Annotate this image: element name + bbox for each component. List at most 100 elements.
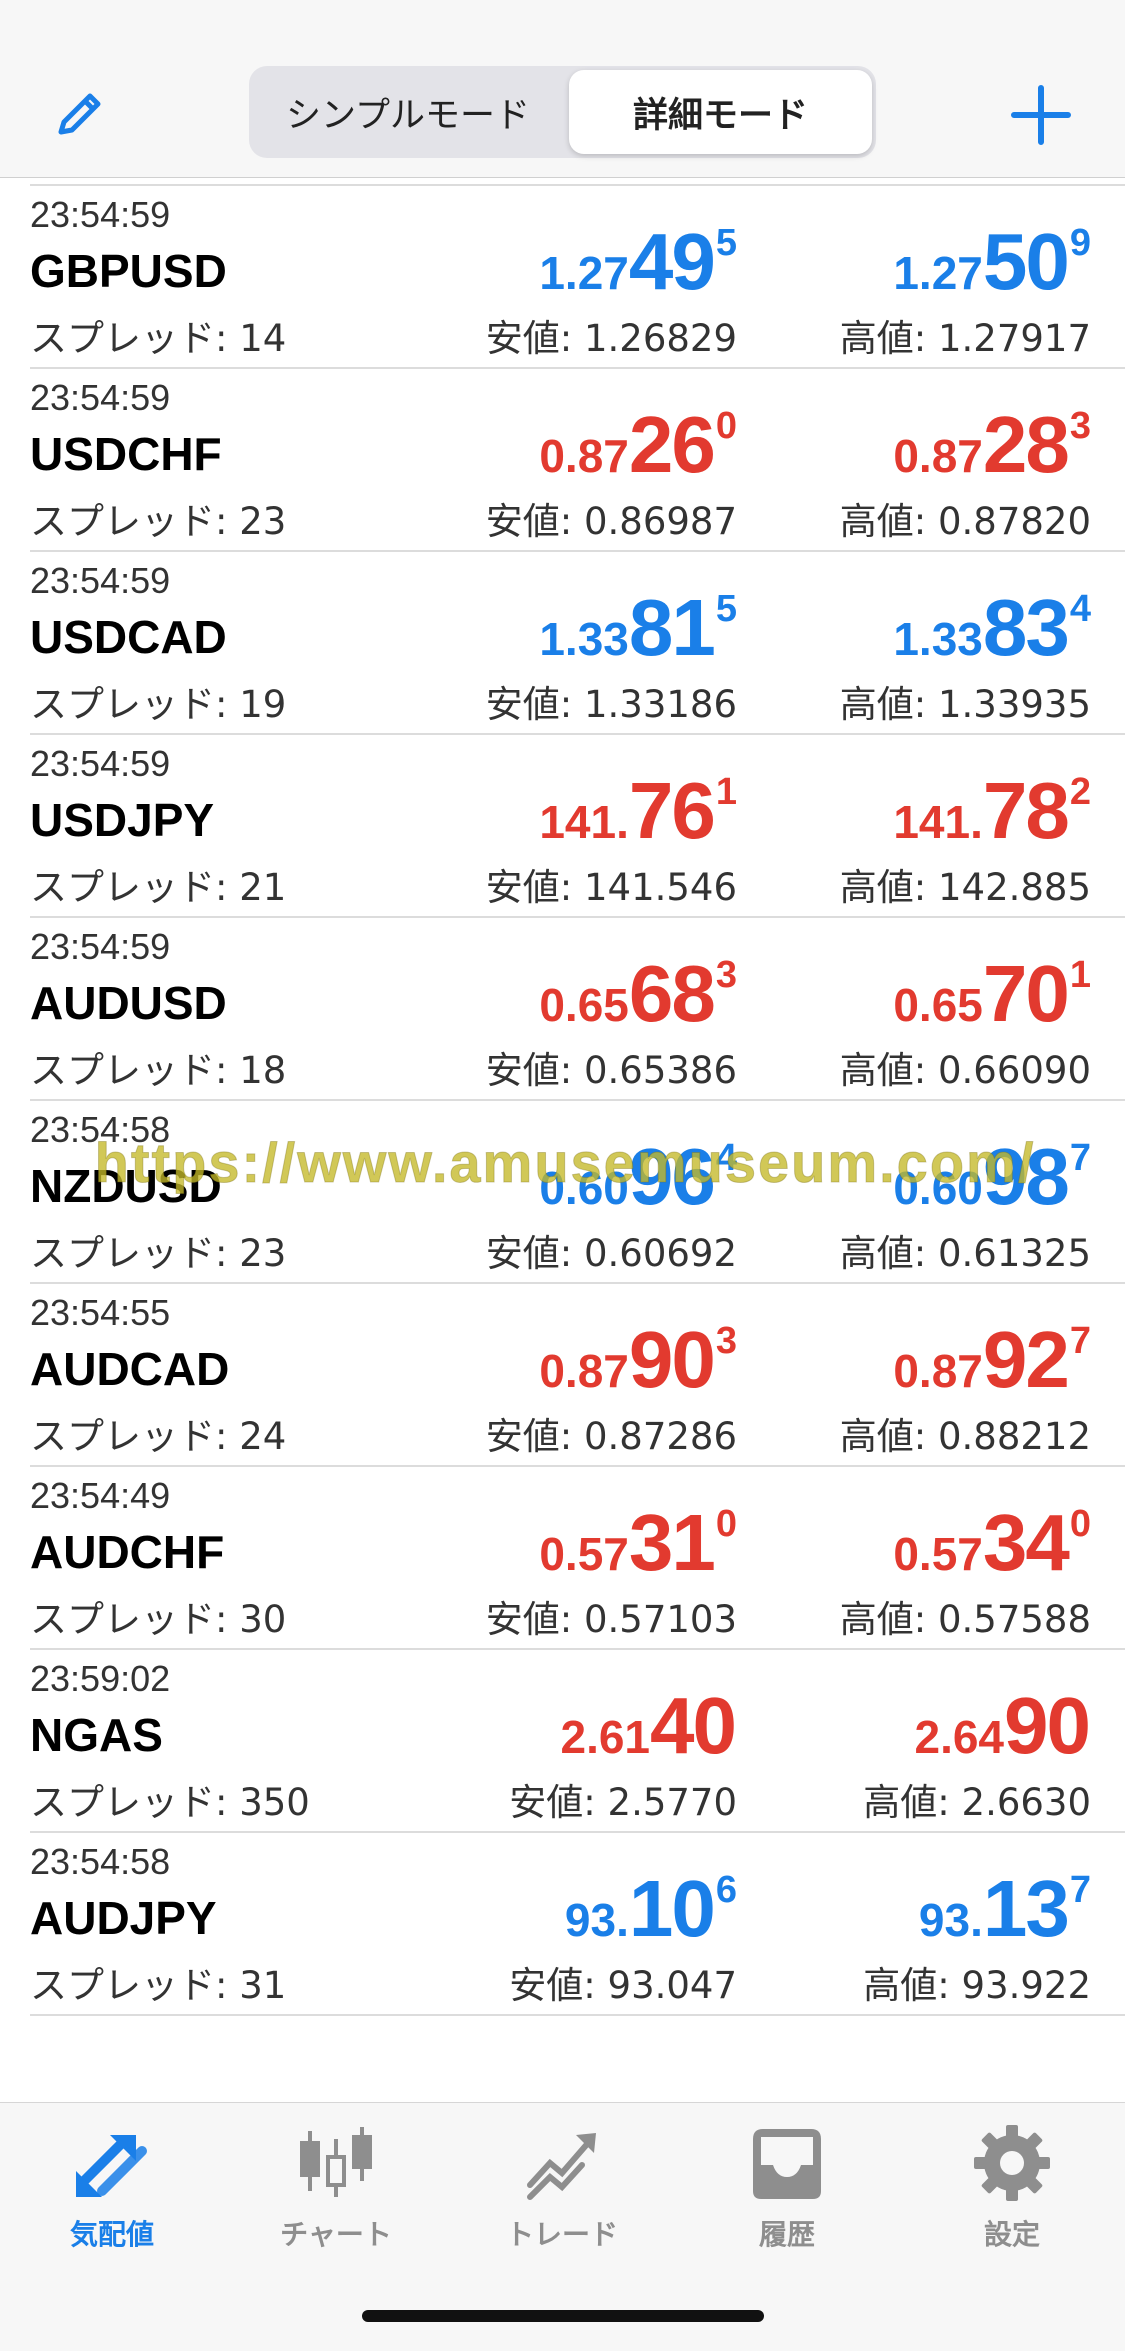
quote-high: 高値: 0.88212 xyxy=(839,1415,1091,1458)
quote-row[interactable]: 23:59:02 NGAS 2.6140 2.6490 スプレッド: 350 安… xyxy=(0,1650,1125,1833)
quote-spread: スプレッド: 24 xyxy=(30,1415,287,1458)
quote-low: 安値: 1.26829 xyxy=(485,317,737,360)
top-toolbar: シンプルモード 詳細モード xyxy=(0,0,1125,178)
add-symbol-plus-icon[interactable] xyxy=(1006,80,1076,150)
simple-mode-tab[interactable]: シンプルモード xyxy=(253,70,563,154)
quote-time: 23:54:58 xyxy=(30,1109,171,1150)
quote-low: 安値: 141.546 xyxy=(485,866,737,909)
tab-history[interactable]: 履歴 xyxy=(697,2121,877,2261)
quote-low: 安値: 0.60692 xyxy=(485,1232,737,1275)
bid-price[interactable]: 0.87903 xyxy=(539,1320,737,1400)
ask-price[interactable]: 1.33834 xyxy=(893,588,1091,668)
quote-row[interactable]: 23:54:59 USDJPY 141.761 141.782 スプレッド: 2… xyxy=(0,735,1125,918)
ask-price[interactable]: 0.57340 xyxy=(893,1503,1091,1583)
quote-high: 高値: 0.87820 xyxy=(839,500,1091,543)
quote-spread: スプレッド: 14 xyxy=(30,317,287,360)
quote-time: 23:59:02 xyxy=(30,1658,171,1699)
quote-high: 高値: 0.57588 xyxy=(839,1598,1091,1641)
quote-row[interactable]: 23:54:59 USDCHF 0.87260 0.87283 スプレッド: 2… xyxy=(0,369,1125,552)
quote-spread: スプレッド: 31 xyxy=(30,1964,287,2007)
quote-symbol: GBPUSD xyxy=(30,245,227,297)
quote-row[interactable]: 23:54:59 GBPUSD 1.27495 1.27509 スプレッド: 1… xyxy=(0,186,1125,369)
quote-symbol: USDCAD xyxy=(30,611,227,663)
quotes-arrows-icon xyxy=(70,2121,154,2205)
quote-time: 23:54:59 xyxy=(30,560,171,601)
ask-price[interactable]: 0.87927 xyxy=(893,1320,1091,1400)
quote-symbol: USDCHF xyxy=(30,428,222,480)
quote-spread: スプレッド: 350 xyxy=(30,1781,310,1824)
quote-symbol: NZDUSD xyxy=(30,1160,222,1212)
trade-trend-icon xyxy=(520,2121,604,2205)
quote-row[interactable]: 23:54:59 USDCAD 1.33815 1.33834 スプレッド: 1… xyxy=(0,552,1125,735)
quote-spread: スプレッド: 30 xyxy=(30,1598,287,1641)
quote-time: 23:54:59 xyxy=(30,926,171,967)
quote-row[interactable]: 23:54:49 AUDCHF 0.57310 0.57340 スプレッド: 3… xyxy=(0,1467,1125,1650)
quote-low: 安値: 1.33186 xyxy=(485,683,737,726)
quote-symbol: AUDUSD xyxy=(30,977,227,1029)
quote-symbol: AUDCHF xyxy=(30,1526,225,1578)
quote-time: 23:54:49 xyxy=(30,1475,171,1516)
quote-high: 高値: 0.66090 xyxy=(839,1049,1091,1092)
quote-symbol: NGAS xyxy=(30,1709,163,1761)
bid-price[interactable]: 0.87260 xyxy=(539,405,737,485)
quote-spread: スプレッド: 23 xyxy=(30,1232,287,1275)
quote-spread: スプレッド: 18 xyxy=(30,1049,287,1092)
ask-price[interactable]: 0.87283 xyxy=(893,405,1091,485)
quote-high: 高値: 1.27917 xyxy=(839,317,1091,360)
quote-symbol: USDJPY xyxy=(30,794,215,846)
tab-label: チャート xyxy=(280,2218,392,2251)
quote-time: 23:54:59 xyxy=(30,194,171,235)
candlestick-chart-icon xyxy=(294,2121,378,2205)
edit-pencil-icon[interactable] xyxy=(48,78,114,144)
quote-high: 高値: 0.61325 xyxy=(839,1232,1091,1275)
tab-trade[interactable]: トレード xyxy=(472,2121,652,2261)
bid-price[interactable]: 0.60964 xyxy=(539,1137,737,1217)
tab-label: 設定 xyxy=(983,2218,1040,2251)
bid-price[interactable]: 93.106 xyxy=(565,1869,737,1949)
detail-mode-tab[interactable]: 詳細モード xyxy=(569,70,872,154)
bid-price[interactable]: 0.65683 xyxy=(539,954,737,1034)
quote-row[interactable]: 23:54:55 AUDCAD 0.87903 0.87927 スプレッド: 2… xyxy=(0,1284,1125,1467)
bid-price[interactable]: 141.761 xyxy=(539,771,737,851)
ask-price[interactable]: 141.782 xyxy=(893,771,1091,851)
quote-low: 安値: 93.047 xyxy=(509,1964,737,2007)
quote-time: 23:54:59 xyxy=(30,743,171,784)
quote-symbol: AUDJPY xyxy=(30,1892,217,1944)
tab-label: 履歴 xyxy=(758,2218,815,2251)
quote-time: 23:54:58 xyxy=(30,1841,171,1882)
mode-segmented-control: シンプルモード 詳細モード xyxy=(249,66,876,158)
ask-price[interactable]: 0.65701 xyxy=(893,954,1091,1034)
ask-price[interactable]: 93.137 xyxy=(919,1869,1091,1949)
quote-low: 安値: 0.57103 xyxy=(485,1598,737,1641)
quote-high: 高値: 2.6630 xyxy=(863,1781,1091,1824)
bid-price[interactable]: 0.57310 xyxy=(539,1503,737,1583)
quote-low: 安値: 0.87286 xyxy=(485,1415,737,1458)
quotes-list: EURUSD 1.1016 1.1017 スプレッド: 11 安値: 1.093… xyxy=(0,95,1125,2102)
quote-high: 高値: 93.922 xyxy=(863,1964,1091,2007)
bid-price[interactable]: 1.27495 xyxy=(539,222,737,302)
quote-symbol: AUDCAD xyxy=(30,1343,230,1395)
quote-time: 23:54:59 xyxy=(30,377,171,418)
quote-low: 安値: 0.86987 xyxy=(485,500,737,543)
quote-time: 23:54:55 xyxy=(30,1292,171,1333)
quote-high: 高値: 1.33935 xyxy=(839,683,1091,726)
history-inbox-icon xyxy=(745,2121,829,2205)
quote-spread: スプレッド: 21 xyxy=(30,866,287,909)
ask-price[interactable]: 1.27509 xyxy=(893,222,1091,302)
tab-label: トレード xyxy=(505,2218,618,2251)
tab-quotes[interactable]: 気配値 xyxy=(22,2121,202,2261)
quote-low: 安値: 2.5770 xyxy=(509,1781,737,1824)
quote-row[interactable]: 23:54:58 AUDJPY 93.106 93.137 スプレッド: 31 … xyxy=(0,1833,1125,2016)
quote-high: 高値: 142.885 xyxy=(839,866,1091,909)
quote-row[interactable]: 23:54:58 NZDUSD 0.60964 0.60987 スプレッド: 2… xyxy=(0,1101,1125,1284)
tab-label: 気配値 xyxy=(69,2218,154,2251)
tab-chart[interactable]: チャート xyxy=(246,2121,426,2261)
bid-price[interactable]: 1.33815 xyxy=(539,588,737,668)
tab-settings[interactable]: 設定 xyxy=(922,2121,1102,2261)
bid-price[interactable]: 2.6140 xyxy=(560,1686,737,1766)
quote-row[interactable]: 23:54:59 AUDUSD 0.65683 0.65701 スプレッド: 1… xyxy=(0,918,1125,1101)
quote-spread: スプレッド: 19 xyxy=(30,683,287,726)
ask-price[interactable]: 2.6490 xyxy=(914,1686,1091,1766)
ask-price[interactable]: 0.60987 xyxy=(893,1137,1091,1217)
settings-gear-icon xyxy=(970,2121,1054,2205)
